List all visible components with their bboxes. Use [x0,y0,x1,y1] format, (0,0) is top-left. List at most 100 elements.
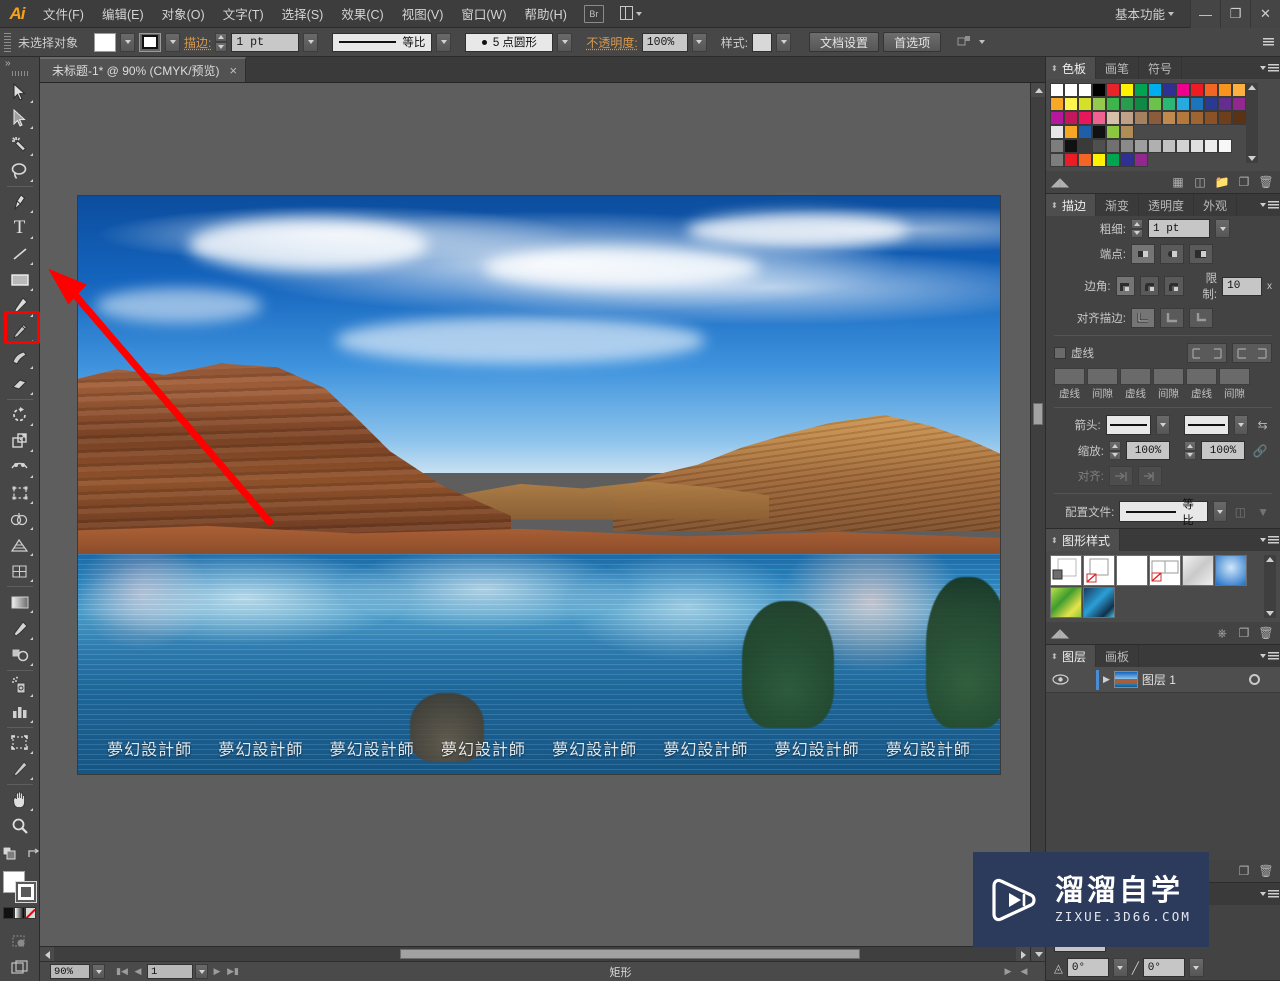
tab-appearance[interactable]: 外观 [1194,194,1238,216]
butt-cap-button[interactable] [1131,244,1155,264]
pencil-tool[interactable] [5,319,35,345]
tab-brushes[interactable]: 画笔 [1096,57,1140,79]
graphic-style-swatch[interactable] [1149,555,1181,586]
stroke-color-swatch[interactable] [139,32,162,52]
round-cap-button[interactable] [1160,244,1184,264]
close-button[interactable]: ✕ [1250,0,1280,28]
eyedropper-tool[interactable] [5,615,35,641]
transform-each-icon[interactable] [957,35,986,49]
zoom-level-input[interactable]: 90% [50,964,90,979]
color-swatch[interactable] [1218,83,1232,97]
color-swatch[interactable] [1050,97,1064,111]
color-swatch[interactable] [1064,83,1078,97]
color-swatch[interactable] [1190,111,1204,125]
new-sublayer-icon[interactable]: ❐ [1234,862,1254,880]
flip-across-icon[interactable]: ▼ [1254,503,1272,521]
color-swatch[interactable] [1162,139,1176,153]
menu-effect[interactable]: 效果(C) [332,0,392,28]
profile-dropdown-icon[interactable] [1212,501,1227,522]
artboard-image[interactable]: 夢幻設計師 夢幻設計師 夢幻設計師 夢幻設計師 夢幻設計師 夢幻設計師 夢幻設計師 夢幻設計師 [78,196,1000,774]
tab-swatches[interactable]: 色板 [1046,57,1097,79]
stroke-weight-stepper[interactable] [215,32,228,52]
direct-selection-tool[interactable] [5,105,35,131]
hand-tool[interactable] [5,787,35,813]
brush-dropdown-icon[interactable] [557,32,573,52]
stroke-profile-dropdown-icon[interactable] [436,32,452,52]
graphic-style-swatch[interactable] [1083,555,1115,586]
graphic-style-swatch[interactable] [1050,555,1082,586]
mesh-tool[interactable] [5,558,35,584]
menu-edit[interactable]: 编辑(E) [93,0,153,28]
shear-angle-input[interactable]: 0° [1142,958,1185,977]
color-swatch[interactable] [1218,97,1232,111]
first-page-icon[interactable]: ▮◀ [115,964,129,979]
graphic-style-swatch[interactable] [1050,587,1082,618]
menu-window[interactable]: 窗口(W) [452,0,515,28]
brush-definition-select[interactable]: 5 点圆形 [465,32,554,52]
tab-graphic-styles[interactable]: 图形样式 [1046,529,1121,551]
round-join-button[interactable] [1139,276,1160,296]
dash-field-1[interactable]: 虚线 [1054,368,1085,401]
layer-row[interactable]: ▶ 图层 1 [1046,667,1280,693]
blob-brush-tool[interactable] [5,345,35,371]
style-libraries-icon[interactable]: ◢◣ [1050,624,1070,642]
color-swatch[interactable] [1106,139,1120,153]
graphic-style-swatch[interactable] [752,32,773,52]
delete-layer-icon[interactable]: 🗑 [1256,862,1276,880]
align-center-button[interactable] [1131,308,1155,328]
scroll-up-arrow[interactable] [1266,557,1274,562]
color-swatch[interactable] [1064,153,1078,167]
preferences-button[interactable]: 首选项 [883,32,942,52]
color-swatch[interactable] [1204,139,1218,153]
color-swatch[interactable] [1064,125,1078,139]
align-inside-button[interactable] [1160,308,1184,328]
style-dropdown-icon[interactable] [776,32,792,52]
tab-gradient[interactable]: 渐变 [1096,194,1140,216]
workspace-switcher[interactable]: 基本功能 [1105,0,1180,27]
arrow-scale-1-stepper[interactable] [1109,441,1121,460]
scroll-thumb[interactable] [400,949,860,959]
menu-object[interactable]: 对象(O) [153,0,214,28]
canvas-vertical-scrollbar[interactable] [1030,83,1045,961]
swatch-grid[interactable] [1050,83,1246,167]
menu-view[interactable]: 视图(V) [393,0,453,28]
canvas[interactable]: 夢幻設計師 夢幻設計師 夢幻設計師 夢幻設計師 夢幻設計師 夢幻設計師 夢幻設計師 夢幻設計師 [40,83,1045,961]
gap-field-3[interactable]: 间隙 [1219,368,1250,401]
color-swatch[interactable] [1148,97,1162,111]
color-swatch[interactable] [1204,111,1218,125]
color-swatch[interactable] [1120,111,1134,125]
color-swatch[interactable] [1190,97,1204,111]
arrowhead-end-select[interactable] [1183,415,1230,435]
rotate-angle-dropdown-icon[interactable] [1112,958,1128,977]
gap-field-2[interactable]: 间隙 [1153,368,1184,401]
scroll-up-arrow[interactable] [1031,83,1045,97]
color-swatch[interactable] [1078,139,1092,153]
color-swatch[interactable] [1050,83,1064,97]
paintbrush-tool[interactable] [5,293,35,319]
color-swatch[interactable] [1064,111,1078,125]
color-swatch[interactable] [1078,83,1092,97]
artboard-tool[interactable] [5,730,35,756]
color-swatch[interactable] [1106,125,1120,139]
stroke-panel-menu-icon[interactable] [1258,194,1280,216]
tab-transparency[interactable]: 透明度 [1139,194,1195,216]
graphic-style-swatch[interactable] [1215,555,1247,586]
layers-panel-menu-icon[interactable] [1258,645,1280,667]
chevron-right-icon[interactable]: ▶ [1103,674,1110,685]
link-scales-icon[interactable]: 🔗 [1250,442,1270,460]
pen-tool[interactable] [5,189,35,215]
gradient-button[interactable] [13,907,26,920]
color-swatch[interactable] [1120,125,1134,139]
new-swatch-icon[interactable]: ❐ [1234,173,1254,191]
slice-tool[interactable] [5,756,35,782]
fill-dropdown-icon[interactable] [120,32,136,52]
scale-tool[interactable] [5,428,35,454]
dash-adjust-button[interactable] [1232,343,1272,363]
color-swatch[interactable] [1134,111,1148,125]
graphic-styles-menu-icon[interactable] [1258,529,1280,551]
color-swatch[interactable] [1092,125,1106,139]
page-number-input[interactable]: 1 [147,964,193,979]
color-swatch[interactable] [1134,97,1148,111]
scroll-down-arrow[interactable] [1266,611,1274,616]
status-collapse-icon[interactable]: ◀ [1017,964,1031,979]
